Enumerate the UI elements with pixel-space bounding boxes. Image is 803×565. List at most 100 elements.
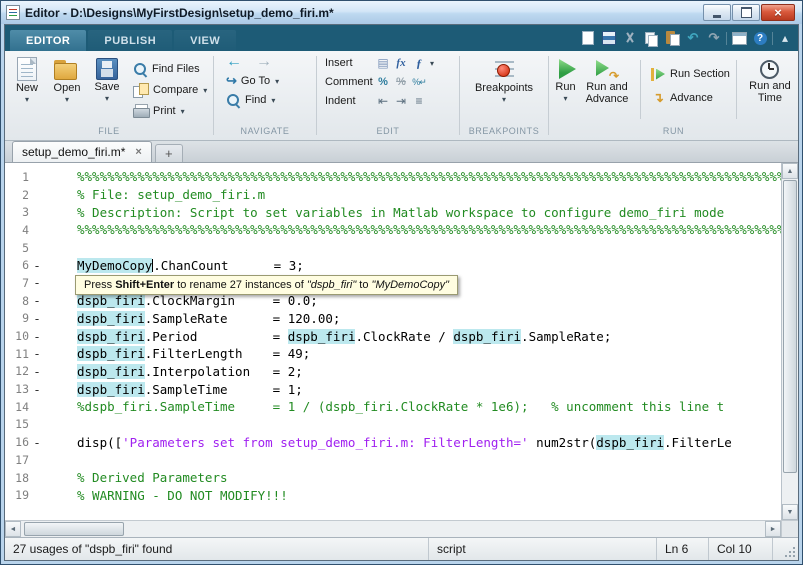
compare-button[interactable]: Compare [133, 82, 207, 98]
undo-icon[interactable] [684, 29, 702, 47]
copy-icon[interactable] [642, 29, 660, 47]
run-button[interactable]: Run [555, 54, 576, 125]
resize-grip[interactable] [781, 538, 798, 560]
print-button[interactable]: Print [133, 103, 207, 119]
code-line-14[interactable]: 14%dspb_firi.SampleTime = 1 / (dspb_firi… [5, 398, 781, 416]
line-number: 16 [5, 435, 29, 449]
uncomment-icon[interactable] [393, 74, 409, 90]
code-line-16[interactable]: 16-disp(['Parameters set from setup_demo… [5, 433, 781, 451]
section-edit: Insert Comment Indent [317, 51, 459, 140]
scroll-down-icon[interactable] [782, 504, 798, 520]
insert-fx-icon[interactable] [393, 55, 409, 71]
tab-view[interactable]: VIEW [174, 30, 236, 51]
smart-indent-icon[interactable] [411, 93, 427, 109]
dropdown-caret-icon [274, 75, 279, 87]
dropdown-caret-icon [180, 105, 185, 117]
section-breakpoints: Breakpoints BREAKPOINTS [460, 51, 548, 140]
forward-icon[interactable] [246, 55, 272, 69]
new-tab-button[interactable]: + [155, 144, 183, 162]
scroll-up-icon[interactable] [782, 163, 798, 179]
wrap-comments-icon[interactable] [411, 74, 427, 90]
doc-tab-active[interactable]: setup_demo_firi.m* × [12, 141, 152, 162]
breakpoints-icon [491, 57, 517, 81]
code-line-17[interactable]: 17 [5, 451, 781, 469]
document-tab-bar: setup_demo_firi.m* × + [5, 141, 798, 163]
line-number: 1 [5, 170, 29, 184]
save-button[interactable]: Save [87, 54, 127, 125]
line-number: 12 [5, 364, 29, 378]
line-number: 19 [5, 488, 29, 502]
tab-publish[interactable]: PUBLISH [88, 30, 172, 51]
code-line-1[interactable]: 1%%%%%%%%%%%%%%%%%%%%%%%%%%%%%%%%%%%%%%%… [5, 168, 781, 186]
code-line-10[interactable]: 10-dspb_firi.Period = dspb_firi.ClockRat… [5, 327, 781, 345]
code-line-11[interactable]: 11-dspb_firi.FilterLength = 49; [5, 345, 781, 363]
goto-button[interactable]: Go To [226, 73, 314, 89]
run-advance-button[interactable]: Run and Advance [578, 54, 636, 125]
save-icon[interactable] [600, 29, 618, 47]
vscroll-track[interactable] [782, 179, 798, 504]
close-icon[interactable] [761, 4, 795, 21]
code-line-15[interactable]: 15 [5, 416, 781, 434]
advance-button[interactable]: Advance [651, 90, 730, 106]
code-area[interactable]: 1%%%%%%%%%%%%%%%%%%%%%%%%%%%%%%%%%%%%%%%… [5, 163, 781, 520]
hscroll-thumb[interactable] [24, 522, 124, 536]
vscroll-thumb[interactable] [783, 180, 797, 473]
cut-icon[interactable] [621, 29, 639, 47]
paste-icon[interactable] [663, 29, 681, 47]
minimize-icon[interactable] [703, 4, 731, 21]
maximize-icon[interactable] [732, 4, 760, 21]
back-icon[interactable] [226, 55, 242, 69]
close-tab-icon[interactable]: × [135, 146, 141, 158]
insert-function-icon[interactable] [411, 55, 427, 71]
new-button[interactable]: New [7, 54, 47, 125]
indent-left-icon[interactable] [375, 93, 391, 109]
run-section-button[interactable]: Run Section [651, 66, 730, 82]
scroll-left-icon[interactable] [5, 521, 21, 537]
run-time-button[interactable]: Run and Time [741, 54, 799, 125]
insert-section-icon[interactable] [375, 55, 391, 71]
layout-icon[interactable] [730, 29, 748, 47]
collapse-ribbon-icon[interactable] [776, 29, 794, 47]
line-number: 6 [5, 258, 29, 272]
breakpoint-margin[interactable]: - [29, 293, 45, 308]
find-button[interactable]: Find [226, 92, 314, 108]
tooltip-new-name: "MyDemoCopy" [372, 279, 450, 291]
comment-icon[interactable] [375, 74, 391, 90]
code-line-18[interactable]: 18% Derived Parameters [5, 469, 781, 487]
breakpoint-margin[interactable]: - [29, 329, 45, 344]
code-line-6[interactable]: 6-MyDemoCopy.ChanCount = 3; [5, 256, 781, 274]
code-line-5[interactable]: 5 [5, 239, 781, 257]
breakpoints-button[interactable]: Breakpoints [467, 54, 541, 125]
code-line-19[interactable]: 19% WARNING - DO NOT MODIFY!!! [5, 486, 781, 504]
breakpoint-margin[interactable]: - [29, 382, 45, 397]
code-line-13[interactable]: 13-dspb_firi.SampleTime = 1; [5, 380, 781, 398]
breakpoint-margin[interactable]: - [29, 258, 45, 273]
breakpoint-margin[interactable]: - [29, 311, 45, 326]
find-files-button[interactable]: Find Files [133, 61, 207, 77]
indent-right-icon[interactable] [393, 93, 409, 109]
scroll-right-icon[interactable] [765, 521, 781, 537]
code-line-9[interactable]: 9-dspb_firi.SampleRate = 120.00; [5, 310, 781, 328]
code-line-4[interactable]: 4%%%%%%%%%%%%%%%%%%%%%%%%%%%%%%%%%%%%%%%… [5, 221, 781, 239]
code-line-12[interactable]: 12-dspb_firi.Interpolation = 2; [5, 363, 781, 381]
hscroll-track[interactable] [21, 521, 765, 537]
title-bar[interactable]: Editor - D:\Designs\MyFirstDesign\setup_… [1, 1, 802, 24]
horizontal-scrollbar[interactable] [5, 521, 781, 537]
open-button[interactable]: Open [47, 54, 87, 125]
code-text: dspb_firi.Interpolation = 2; [45, 364, 303, 379]
code-text: dspb_firi.ClockMargin = 0.0; [45, 293, 318, 308]
new-document-icon[interactable] [579, 29, 597, 47]
breakpoint-margin[interactable]: - [29, 275, 45, 290]
code-line-2[interactable]: 2% File: setup_demo_firi.m [5, 186, 781, 204]
advance-icon [651, 92, 666, 105]
redo-icon[interactable] [705, 29, 723, 47]
help-icon[interactable] [751, 29, 769, 47]
tab-editor[interactable]: EDITOR [10, 30, 86, 51]
column-indicator: Col 10 [709, 538, 773, 560]
code-text: %%%%%%%%%%%%%%%%%%%%%%%%%%%%%%%%%%%%%%%%… [45, 222, 781, 237]
breakpoint-margin[interactable]: - [29, 346, 45, 361]
code-line-3[interactable]: 3% Description: Script to set variables … [5, 203, 781, 221]
breakpoint-margin[interactable]: - [29, 364, 45, 379]
breakpoint-margin[interactable]: - [29, 435, 45, 450]
vertical-scrollbar[interactable] [781, 163, 798, 520]
